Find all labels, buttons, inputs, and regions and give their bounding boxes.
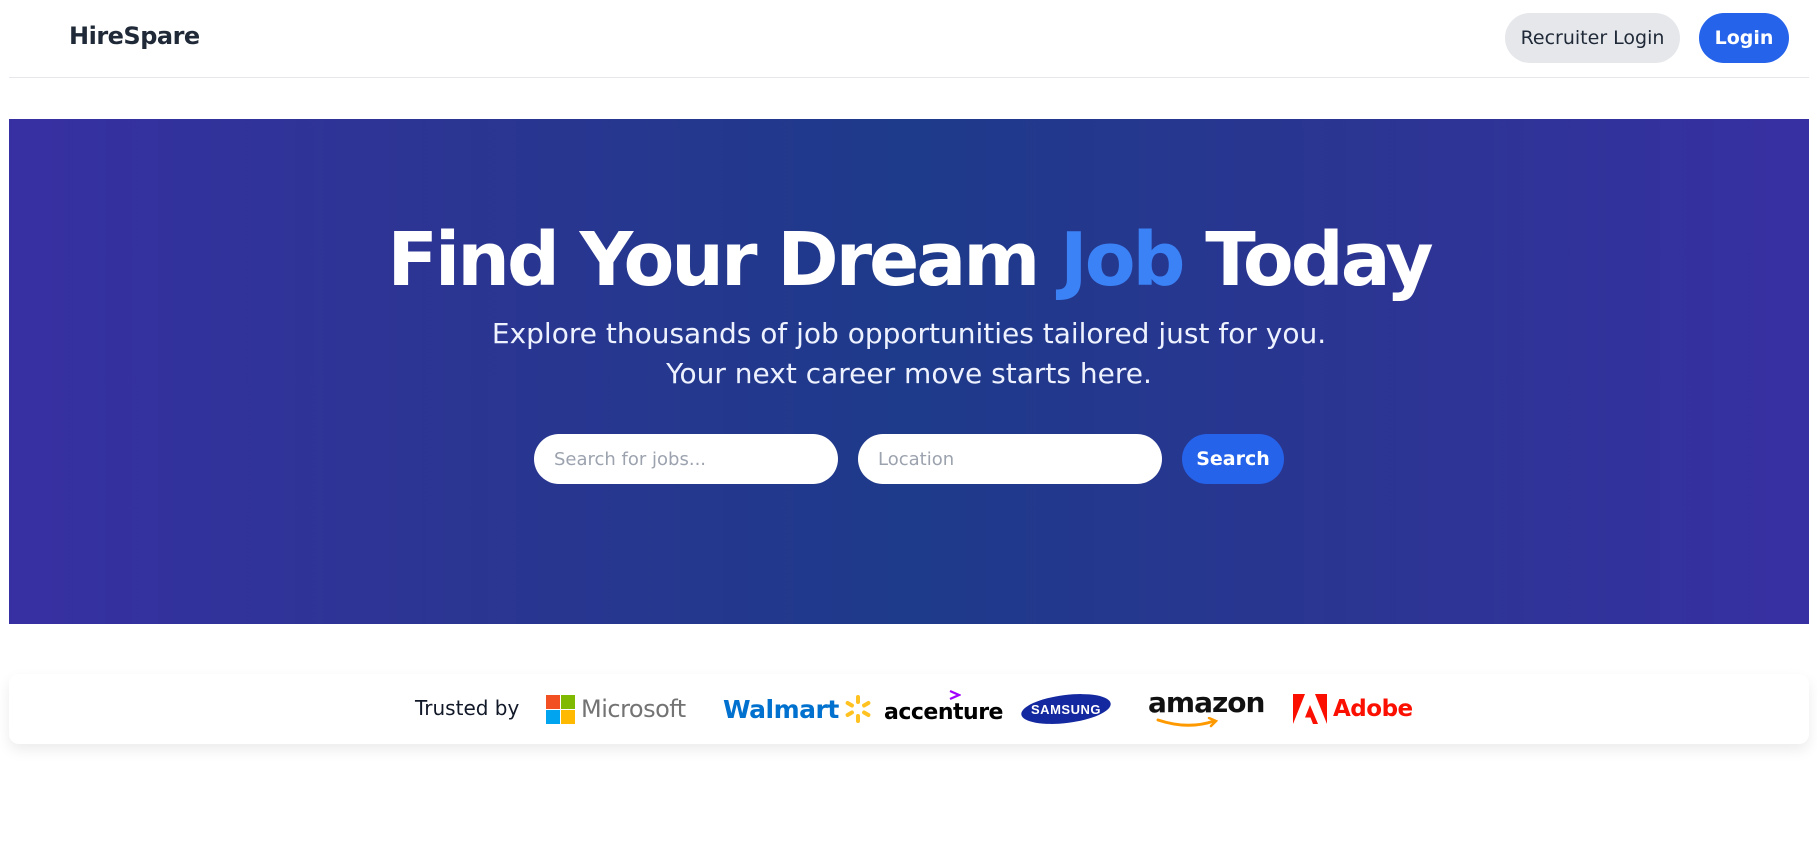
hero-banner: Find Your Dream Job Today Explore thousa… [9,119,1809,624]
adobe-wordmark: Adobe [1333,696,1413,722]
hero-subtitle-line-2: Your next career move starts here. [666,357,1152,390]
accenture-logo: accenture [884,674,1003,744]
walmart-spark-icon [845,695,871,723]
hero-title-highlight: Job [1060,217,1185,303]
hero-subtitle: Explore thousands of job opportunities t… [9,314,1809,394]
job-search-input[interactable] [534,434,838,484]
adobe-a-icon [1293,694,1327,724]
hero-subtitle-line-1: Explore thousands of job opportunities t… [491,317,1327,350]
walmart-logo: Walmart [723,674,873,744]
trusted-by-label: Trusted by [415,696,520,720]
accenture-chevron-icon [949,690,961,700]
adobe-logo: Adobe [1293,674,1413,744]
search-button[interactable]: Search [1182,434,1284,484]
samsung-logo: SAMSUNG [1020,674,1112,744]
microsoft-wordmark: Microsoft [581,695,686,723]
hero-title: Find Your Dream Job Today [9,217,1809,303]
hero-title-end: Today [1182,217,1433,303]
accenture-wordmark: accenture [884,699,1003,725]
amazon-wordmark: amazon [1148,686,1265,719]
walmart-wordmark: Walmart [723,694,839,724]
hero-title-start: Find Your Dream [387,217,1061,303]
recruiter-login-button[interactable]: Recruiter Login [1505,13,1680,63]
amazon-smile-icon [1156,717,1219,728]
trusted-by-bar: Trusted by Microsoft Walmart accenture S… [9,674,1809,744]
samsung-oval-icon: SAMSUNG [1021,694,1111,724]
samsung-wordmark: SAMSUNG [1031,702,1101,717]
microsoft-logo: Microsoft [546,674,686,744]
microsoft-squares-icon [546,694,575,724]
login-button[interactable]: Login [1699,13,1789,63]
top-navbar: HireSpare Recruiter Login Login [9,0,1809,78]
job-search-form: Search [534,434,1284,484]
brand-logo-text[interactable]: HireSpare [69,22,200,50]
amazon-logo: amazon [1148,674,1265,744]
location-input[interactable] [858,434,1162,484]
